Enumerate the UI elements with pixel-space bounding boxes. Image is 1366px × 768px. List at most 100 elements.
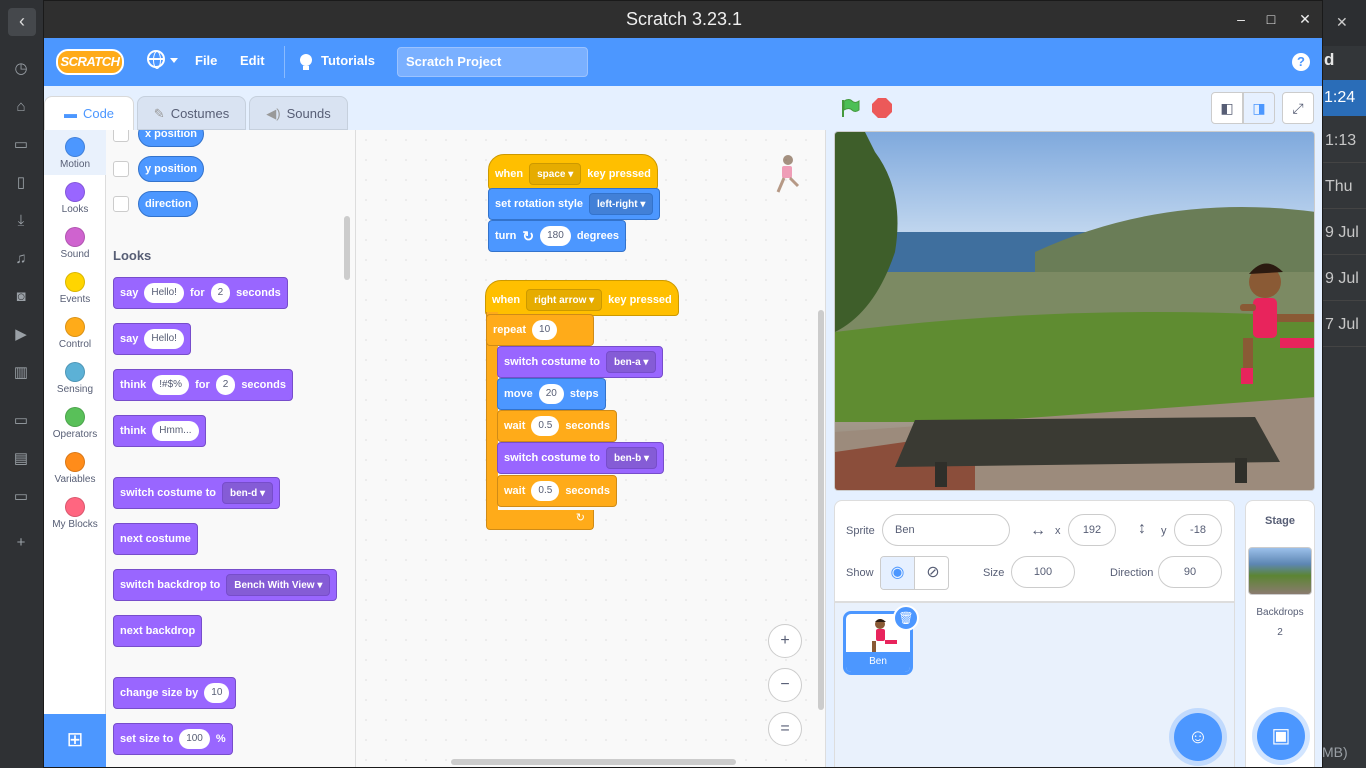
block-think-for[interactable]: think !#$% for 2 seconds xyxy=(113,369,293,401)
video-icon: ▶ xyxy=(15,326,27,343)
block-set-size[interactable]: set size to 100% xyxy=(113,723,233,755)
brush-icon: ✎ xyxy=(153,106,165,121)
block-switch-costume[interactable]: switch costume to ben-b xyxy=(497,442,664,474)
block-change-size[interactable]: change size by 10 xyxy=(113,677,237,709)
block-switch-costume[interactable]: switch costume to ben-d xyxy=(113,477,280,509)
background-item: 1:13 xyxy=(1325,132,1357,149)
category-operators[interactable]: Operators xyxy=(44,400,106,445)
sprite-list: Ben 🗑 ☺ xyxy=(834,602,1235,767)
tab-code-label: Code xyxy=(82,106,115,121)
script-vertical-scrollbar[interactable] xyxy=(818,310,824,710)
background-footer-text: MB) xyxy=(1322,744,1348,760)
block-say-for[interactable]: say Hello! for 2 seconds xyxy=(113,277,288,309)
stage-backdrop xyxy=(835,132,1314,490)
palette-scrollbar[interactable] xyxy=(344,216,350,280)
reporter-checkbox[interactable] xyxy=(113,161,129,177)
category-sound[interactable]: Sound xyxy=(44,220,106,265)
stage-canvas[interactable] xyxy=(834,131,1315,491)
background-item: 9 Jul xyxy=(1325,224,1359,241)
category-variables[interactable]: Variables xyxy=(44,445,106,490)
green-flag-icon[interactable] xyxy=(840,98,860,118)
block-y-position[interactable]: y position xyxy=(138,156,204,182)
add-backdrop-button[interactable]: ▣ xyxy=(1257,712,1305,760)
add-extension-button[interactable]: ⊞ xyxy=(44,714,106,767)
block-next-backdrop[interactable]: next backdrop xyxy=(113,615,203,647)
eye-icon[interactable]: ◉ xyxy=(881,557,915,589)
delete-sprite-icon[interactable]: 🗑 xyxy=(893,605,919,631)
tab-costumes[interactable]: ✎ Costumes xyxy=(137,96,246,130)
block-next-costume[interactable]: next costume xyxy=(113,523,198,555)
y-input[interactable]: -18 xyxy=(1174,514,1222,546)
reporter-checkbox[interactable] xyxy=(113,196,129,212)
fullscreen-icon[interactable]: ⤢ xyxy=(1282,92,1314,124)
document-icon: ▯ xyxy=(16,174,26,191)
lightbulb-icon[interactable] xyxy=(300,54,312,70)
close-icon[interactable]: ✕ xyxy=(1336,14,1348,31)
sprite-label: Sprite xyxy=(846,525,875,537)
edit-menu[interactable]: Edit xyxy=(240,53,265,68)
block-wait[interactable]: wait 0.5 seconds xyxy=(497,410,617,442)
script-horizontal-scrollbar[interactable] xyxy=(451,759,736,765)
minimize-button[interactable]: – xyxy=(1231,11,1251,27)
project-title-input[interactable]: Scratch Project xyxy=(397,47,588,77)
backdrop-thumbnail xyxy=(1248,547,1312,595)
category-control[interactable]: Control xyxy=(44,310,106,355)
category-motion[interactable]: Motion xyxy=(44,130,106,175)
small-stage-button[interactable]: ◧ xyxy=(1211,92,1243,124)
zoom-out-button[interactable]: − xyxy=(768,668,802,702)
block-say[interactable]: say Hello! xyxy=(113,323,191,355)
block-think[interactable]: think Hmm... xyxy=(113,415,206,447)
reporter-checkbox[interactable] xyxy=(113,130,129,142)
block-wait[interactable]: wait 0.5 seconds xyxy=(497,475,617,507)
stage-panel-title: Stage xyxy=(1265,515,1295,527)
tutorials-menu[interactable]: Tutorials xyxy=(321,53,375,68)
x-input[interactable]: 192 xyxy=(1068,514,1116,546)
block-switch-backdrop[interactable]: switch backdrop to Bench With View xyxy=(113,569,338,601)
maximize-button[interactable]: □ xyxy=(1261,11,1281,27)
window-title: Scratch 3.23.1 xyxy=(625,9,743,29)
loop-arrow-icon: ↻ xyxy=(575,512,585,524)
block-direction[interactable]: direction xyxy=(138,191,199,217)
zoom-in-button[interactable]: + xyxy=(768,624,802,658)
stop-icon[interactable] xyxy=(872,98,892,118)
tab-sounds[interactable]: ◀) Sounds xyxy=(249,96,348,130)
sprite-name-input[interactable]: Ben xyxy=(882,514,1010,546)
tab-sounds-label: Sounds xyxy=(286,106,331,121)
vertical-arrow-icon: ↕ xyxy=(1138,520,1146,537)
block-when-key-pressed[interactable]: whenspacekey pressed xyxy=(488,154,658,190)
block-x-position[interactable]: x position xyxy=(138,130,204,147)
size-input[interactable]: 100 xyxy=(1011,556,1075,588)
close-button[interactable]: ✕ xyxy=(1295,11,1315,28)
file-menu[interactable]: File xyxy=(195,53,217,68)
tab-code[interactable]: ▬ Code xyxy=(44,96,134,130)
direction-label: Direction xyxy=(1110,567,1154,579)
globe-icon[interactable] xyxy=(147,50,165,69)
category-events[interactable]: Events xyxy=(44,265,106,310)
block-repeat[interactable]: repeat 10 xyxy=(486,314,594,346)
category-my-blocks[interactable]: My Blocks xyxy=(44,490,106,535)
script-area[interactable]: whenspacekey pressed set rotation stylel… xyxy=(356,130,826,767)
stage-panel[interactable]: Stage Backdrops 2 ▣ xyxy=(1245,500,1315,767)
category-sensing[interactable]: Sensing xyxy=(44,355,106,400)
block-turn[interactable]: turn ↻ 180 degrees xyxy=(488,220,627,252)
plus-icon: + xyxy=(16,534,26,551)
add-sprite-button[interactable]: ☺ xyxy=(1174,713,1222,761)
large-stage-button[interactable]: ◨ xyxy=(1243,92,1275,124)
scratch-window: Scratch 3.23.1 – □ ✕ SCRATCH File Edit T… xyxy=(43,0,1323,768)
scratch-logo[interactable]: SCRATCH xyxy=(56,49,124,75)
eye-slash-icon[interactable]: ⊘ xyxy=(916,557,948,589)
direction-input[interactable]: 90 xyxy=(1158,556,1222,588)
back-arrow-icon[interactable]: ‹ xyxy=(8,8,36,36)
block-set-rotation-style[interactable]: set rotation style left-right xyxy=(488,188,661,220)
block-switch-costume[interactable]: switch costume to ben-a xyxy=(497,346,664,378)
sprite-ghost-icon xyxy=(776,155,800,193)
block-move[interactable]: move 20 steps xyxy=(497,378,606,410)
block-when-key-pressed[interactable]: whenright arrowkey pressed xyxy=(485,280,679,316)
category-looks[interactable]: Looks xyxy=(44,175,106,220)
menu-divider xyxy=(284,46,285,78)
background-item: 7 Jul xyxy=(1325,316,1359,333)
zoom-reset-button[interactable]: = xyxy=(768,712,802,746)
y-label: y xyxy=(1161,525,1167,537)
chevron-down-icon[interactable] xyxy=(170,58,178,63)
help-icon[interactable]: ? xyxy=(1292,53,1310,71)
